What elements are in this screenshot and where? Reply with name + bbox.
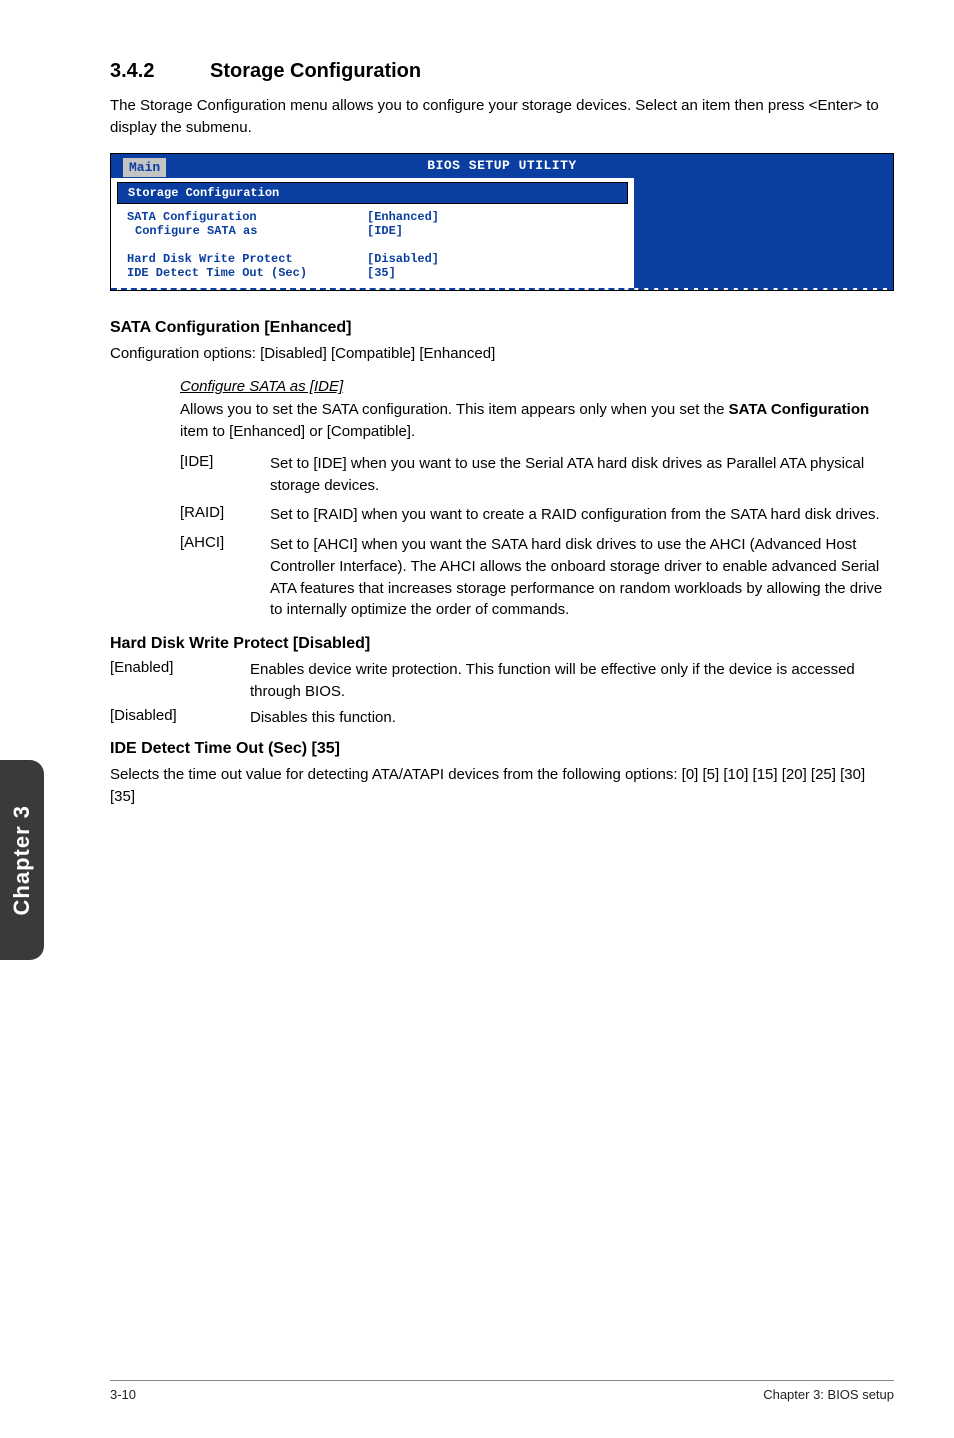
bios-row: SATA Configuration [Enhanced] [127,210,618,224]
option-key: [IDE] [180,453,270,497]
option-key: [Disabled] [110,707,250,729]
option-key: [AHCI] [180,534,270,621]
ide-detect-heading: IDE Detect Time Out (Sec) [35] [110,740,894,758]
bios-subheader: Storage Configuration [117,182,628,204]
option-text: Set to [AHCI] when you want the SATA har… [270,534,894,621]
sata-config-heading: SATA Configuration [Enhanced] [110,319,894,337]
page-footer: 3-10 Chapter 3: BIOS setup [0,1380,954,1402]
bios-left-pane: Storage Configuration SATA Configuration… [111,178,635,288]
desc-part2: item to [Enhanced] or [Compatible]. [180,423,415,440]
bios-row: Hard Disk Write Protect [Disabled] [127,252,618,266]
option-text: Set to [IDE] when you want to use the Se… [270,453,894,497]
configure-sata-as-heading: Configure SATA as [IDE] [180,378,894,395]
page-number: 3-10 [110,1387,136,1402]
chapter-label: Chapter 3: BIOS setup [763,1387,894,1402]
bios-titlebar: Main BIOS SETUP UTILITY [111,154,893,178]
hdwp-heading: Hard Disk Write Protect [Disabled] [110,635,894,653]
option-row: [RAID] Set to [RAID] when you want to cr… [180,504,894,526]
option-row: [IDE] Set to [IDE] when you want to use … [180,453,894,497]
bios-tab-main: Main [123,158,166,177]
option-text: Set to [RAID] when you want to create a … [270,504,894,526]
bios-dash-border [111,288,893,290]
chapter-side-tab-label: Chapter 3 [9,805,35,915]
option-row: [Disabled] Disables this function. [110,707,894,729]
option-text: Enables device write protection. This fu… [250,659,894,703]
bios-row-label: SATA Configuration [127,210,367,224]
bios-row: IDE Detect Time Out (Sec) [35] [127,266,618,280]
bios-row-value: [Disabled] [367,252,439,266]
bios-row-label: Hard Disk Write Protect [127,252,367,266]
configure-sata-as-desc: Allows you to set the SATA configuration… [180,399,894,443]
bios-row-label: Configure SATA as [127,224,367,238]
section-number: 3.4.2 [110,60,210,83]
bios-panel: Main BIOS SETUP UTILITY Storage Configur… [110,153,894,291]
section-heading: 3.4.2Storage Configuration [110,60,894,83]
desc-part1: Allows you to set the SATA configuration… [180,401,729,418]
sata-config-options: Configuration options: [Disabled] [Compa… [110,343,894,365]
desc-bold: SATA Configuration [729,401,870,418]
bios-row-value: [35] [367,266,396,280]
bios-row-value: [IDE] [367,224,403,238]
option-row: [Enabled] Enables device write protectio… [110,659,894,703]
bios-row: Configure SATA as [IDE] [127,224,618,238]
option-key: [RAID] [180,504,270,526]
option-key: [Enabled] [110,659,250,703]
ide-detect-text: Selects the time out value for detecting… [110,764,894,808]
option-row: [AHCI] Set to [AHCI] when you want the S… [180,534,894,621]
option-text: Disables this function. [250,707,894,729]
bios-row-value: [Enhanced] [367,210,439,224]
bios-right-pane [635,178,893,288]
bios-utility-title: BIOS SETUP UTILITY [427,158,576,173]
intro-paragraph: The Storage Configuration menu allows yo… [110,95,894,139]
bios-row-label: IDE Detect Time Out (Sec) [127,266,367,280]
chapter-side-tab: Chapter 3 [0,760,44,960]
section-title: Storage Configuration [210,60,421,82]
